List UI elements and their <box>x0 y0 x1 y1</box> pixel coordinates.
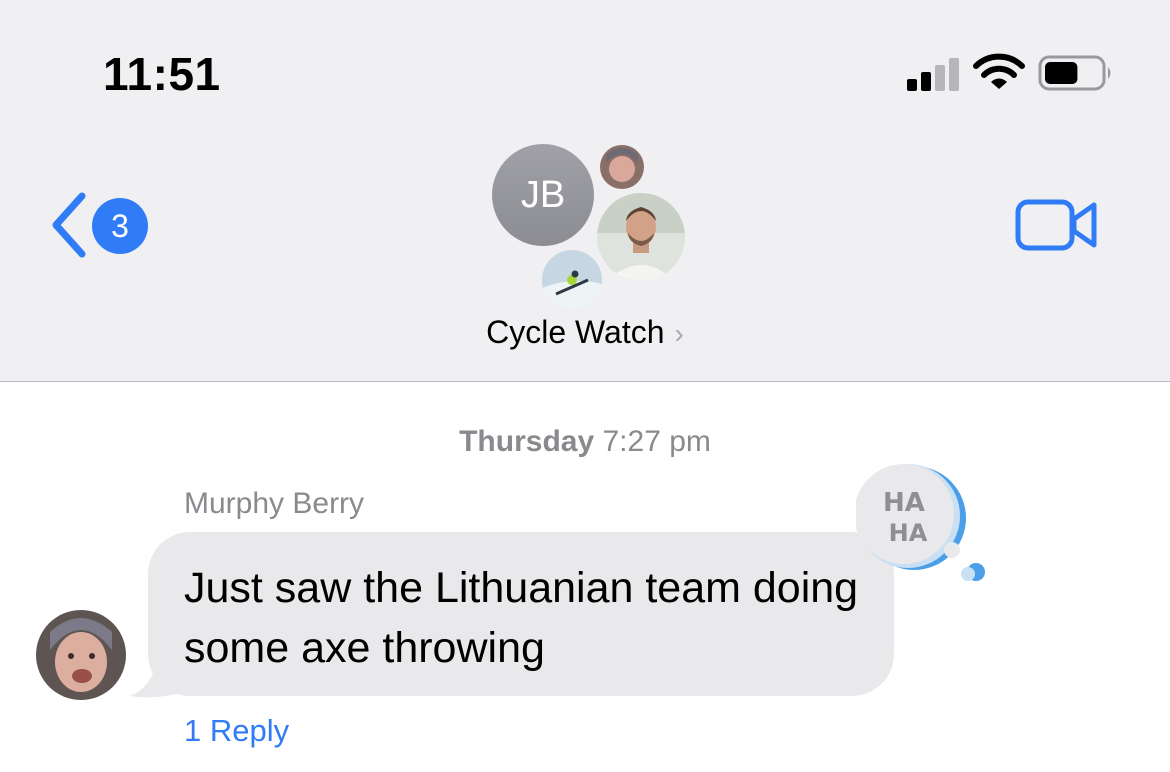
sender-avatar[interactable] <box>36 610 126 700</box>
timestamp-day: Thursday <box>459 425 595 458</box>
chevron-left-icon <box>52 192 86 258</box>
unread-count-badge: 3 <box>92 198 148 254</box>
conversation-header: 11:51 3 JB Cycle Watch › <box>0 0 1170 382</box>
avatar-jb: JB <box>492 144 594 246</box>
battery-icon <box>1038 55 1111 91</box>
back-button[interactable]: 3 <box>44 188 154 264</box>
cellular-signal-icon <box>907 58 959 91</box>
timestamp-time: 7:27 pm <box>602 425 711 458</box>
group-avatar-cluster[interactable]: JB <box>490 140 690 312</box>
video-camera-icon[interactable] <box>1014 195 1100 255</box>
wifi-icon <box>973 53 1025 89</box>
avatar-member-man <box>594 190 688 284</box>
haha-tapback-icon[interactable]: HA HA <box>856 462 996 586</box>
avatar-member-ski <box>540 248 604 312</box>
status-time: 11:51 <box>103 48 221 100</box>
haha-line-2: HA <box>889 519 928 547</box>
sender-name: Murphy Berry <box>184 487 365 520</box>
message-text: Just saw the Lithuanian team doing some … <box>184 564 859 672</box>
avatar-member-small <box>598 143 646 191</box>
message-bubble[interactable]: Just saw the Lithuanian team doing some … <box>148 532 894 696</box>
group-name-button[interactable]: Cycle Watch › <box>0 314 1170 351</box>
message-timestamp: Thursday 7:27 pm <box>0 425 1170 459</box>
group-name-label: Cycle Watch <box>486 314 665 350</box>
reply-count-link[interactable]: 1 Reply <box>184 713 289 749</box>
haha-line-1: HA <box>883 488 925 518</box>
chevron-right-icon: › <box>674 318 684 349</box>
